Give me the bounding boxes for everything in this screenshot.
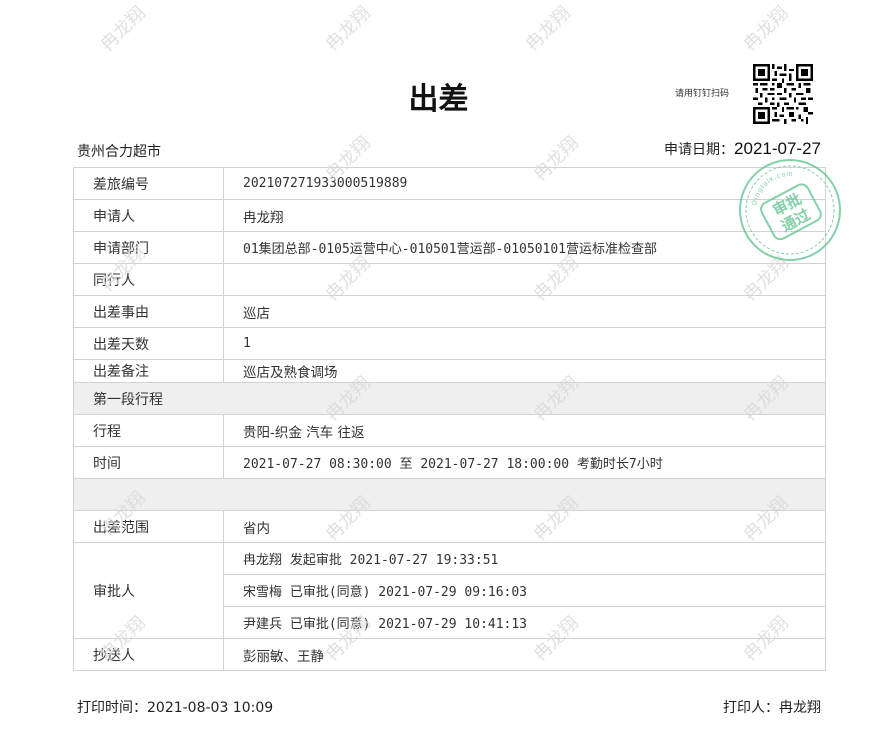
printer: 打印人：冉龙翔 — [723, 697, 821, 717]
field-label: 抄送人 — [73, 638, 224, 671]
trip-form-table: 差旅编号 202107271933000519889 申请人 冉龙翔 申请部门 … — [73, 167, 826, 671]
table-row: 同行人 — [73, 263, 826, 296]
section-header-row: 第一段行程 — [73, 382, 826, 415]
reason-value: 巡店 — [223, 295, 826, 328]
table-row: 出差范围 省内 — [73, 510, 826, 543]
approved-stamp-icon: Dingtalk.com 审批 通过 — [739, 159, 841, 261]
table-row: 出差事由 巡店 — [73, 295, 826, 328]
print-time-label: 打印时间： — [77, 700, 147, 716]
days-value: 1 — [223, 327, 826, 360]
watermark: 冉龙翔 — [96, 2, 150, 56]
apply-date-label: 申请日期： — [664, 142, 735, 158]
itinerary-value: 贵阳-织金 汽车 往返 — [223, 414, 826, 447]
companions-value — [223, 263, 826, 296]
field-label: 差旅编号 — [73, 167, 224, 200]
field-label: 行程 — [73, 414, 224, 447]
approver-entry: 冉龙翔 发起审批 2021-07-27 19:33:51 — [223, 542, 826, 575]
table-row: 申请人 冉龙翔 — [73, 199, 826, 232]
table-row: 差旅编号 202107271933000519889 — [73, 167, 826, 200]
table-row: 时间 2021-07-27 08:30:00 至 2021-07-27 18:0… — [73, 446, 826, 479]
field-label: 出差范围 — [73, 510, 224, 543]
approver-entry: 尹建兵 已审批(同意) 2021-07-29 10:41:13 — [223, 606, 826, 639]
remark-value: 巡店及熟食调场 — [223, 359, 826, 383]
watermark: 冉龙翔 — [521, 2, 575, 56]
section-spacer-row — [73, 478, 826, 511]
qr-code-icon[interactable] — [753, 64, 813, 124]
time-value: 2021-07-27 08:30:00 至 2021-07-27 18:00:0… — [223, 446, 826, 479]
field-label: 时间 — [73, 446, 224, 479]
table-row: 抄送人 彭丽敏、王静 — [73, 638, 826, 671]
table-row: 出差备注 巡店及熟食调场 — [73, 359, 826, 383]
segment-title: 第一段行程 — [73, 382, 826, 415]
page-title: 出差 — [408, 82, 469, 117]
print-time: 打印时间：2021-08-03 10:09 — [77, 697, 273, 717]
printer-label: 打印人： — [723, 700, 779, 716]
field-label: 出差事由 — [73, 295, 224, 328]
table-row: 审批人 冉龙翔 发起审批 2021-07-27 19:33:51 — [73, 542, 826, 639]
field-label: 出差天数 — [73, 327, 224, 360]
approver-entry: 宋雪梅 已审批(同意) 2021-07-29 09:16:03 — [223, 574, 826, 607]
cc-value: 彭丽敏、王静 — [223, 638, 826, 671]
watermark: 冉龙翔 — [321, 2, 375, 56]
printer-value: 冉龙翔 — [779, 700, 821, 716]
scope-value: 省内 — [223, 510, 826, 543]
field-label: 审批人 — [73, 542, 224, 639]
field-label: 申请部门 — [73, 231, 224, 264]
field-label: 申请人 — [73, 199, 224, 232]
print-time-value: 2021-08-03 10:09 — [147, 700, 274, 716]
section-spacer — [73, 478, 826, 511]
table-row: 出差天数 1 — [73, 327, 826, 360]
qr-hint: 请用钉钉扫码 — [675, 89, 730, 99]
field-label: 出差备注 — [73, 359, 224, 383]
field-label: 同行人 — [73, 263, 224, 296]
watermark: 冉龙翔 — [739, 2, 793, 56]
table-row: 行程 贵阳-织金 汽车 往返 — [73, 414, 826, 447]
table-row: 申请部门 01集团总部-0105运营中心-010501营运部-01050101营… — [73, 231, 826, 264]
company-name: 贵州合力超市 — [77, 144, 161, 160]
